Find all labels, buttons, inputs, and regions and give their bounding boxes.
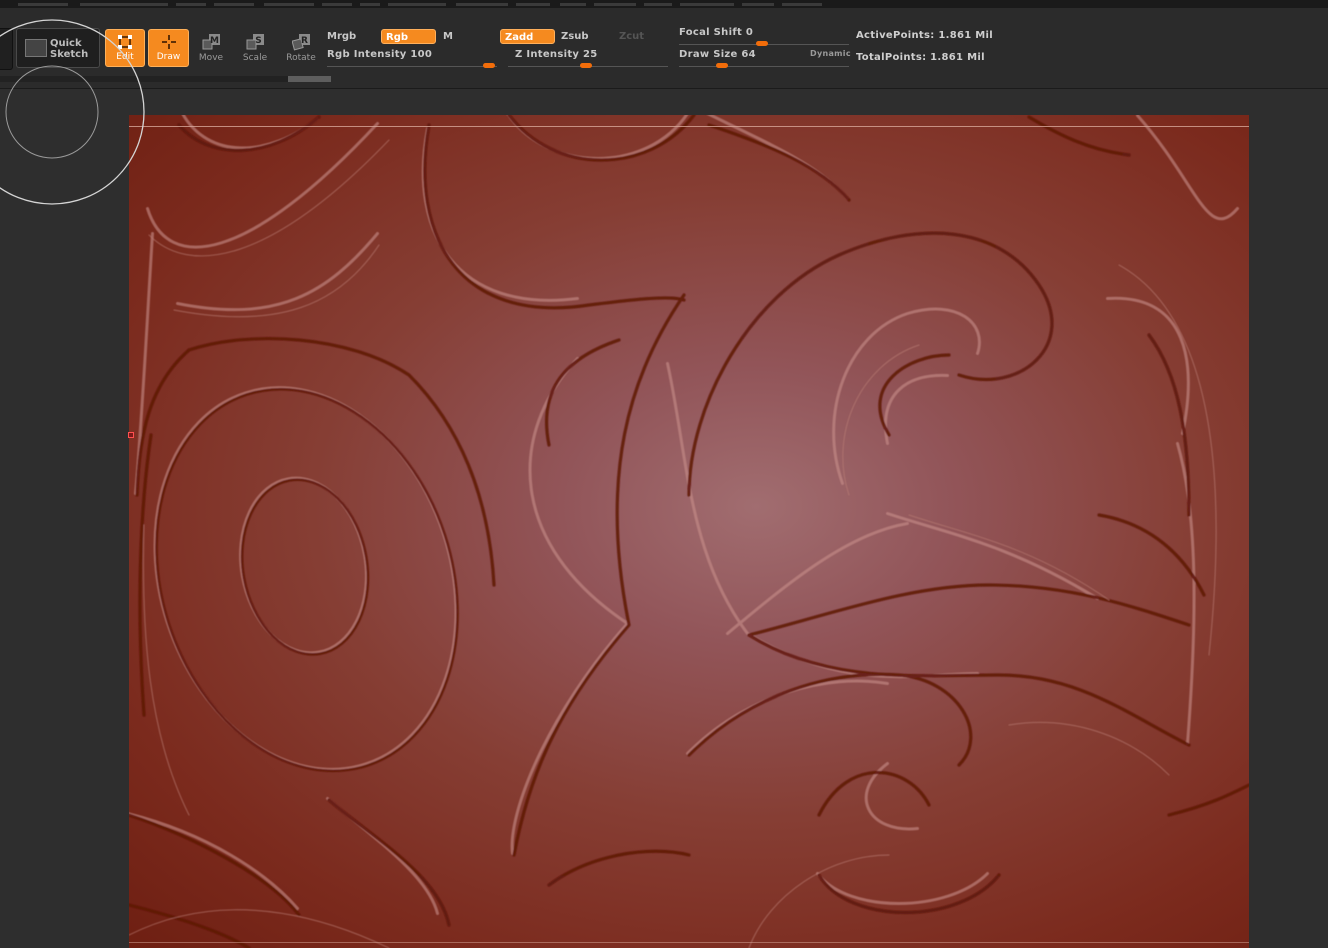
scale-icon: S — [246, 34, 264, 50]
focal-shift-knob[interactable] — [756, 41, 768, 46]
document-bottom-guide — [129, 942, 1249, 943]
move-icon: M — [202, 34, 220, 50]
move-label: Move — [198, 53, 224, 63]
active-points-readout: ActivePoints: 1.861 Mil — [856, 30, 993, 41]
mrgb-toggle[interactable]: Mrgb — [323, 29, 379, 44]
top-menu-strip — [0, 0, 1328, 8]
brush-cursor — [0, 19, 145, 205]
dynamic-toggle[interactable]: Dynamic — [810, 49, 851, 58]
draw-label: Draw — [156, 52, 181, 62]
rotate-icon: R — [292, 34, 310, 51]
canvas-edge-marker — [128, 432, 134, 438]
draw-size-knob[interactable] — [716, 63, 728, 68]
document-top-guide — [129, 126, 1249, 127]
scale-button[interactable]: S Scale — [236, 29, 274, 67]
rgb-toggle[interactable]: Rgb — [381, 29, 436, 44]
rotate-label: Rotate — [286, 53, 316, 63]
total-points-readout: TotalPoints: 1.861 Mil — [856, 52, 985, 63]
rgb-intensity-label: Rgb Intensity 100 — [327, 49, 433, 60]
svg-text:S: S — [255, 36, 261, 46]
z-intensity-label: Z Intensity 25 — [515, 49, 598, 60]
zcut-toggle[interactable]: Zcut — [615, 29, 665, 44]
m-toggle[interactable]: M — [439, 29, 494, 44]
rgb-intensity-knob[interactable] — [483, 63, 495, 68]
svg-text:R: R — [301, 36, 308, 46]
sculpt-relief — [129, 115, 1249, 948]
brush-outer-circle — [0, 19, 145, 205]
draw-button[interactable]: Draw — [148, 29, 189, 67]
svg-text:M: M — [210, 36, 219, 46]
move-button[interactable]: M Move — [192, 29, 230, 67]
brush-inner-circle — [5, 65, 99, 159]
zsub-toggle[interactable]: Zsub — [557, 29, 612, 44]
shelf-scroll-handle[interactable] — [288, 76, 331, 82]
rgb-intensity-track[interactable] — [327, 66, 497, 67]
scale-label: Scale — [242, 53, 268, 63]
focal-shift-label: Focal Shift 0 — [679, 27, 754, 38]
rotate-button[interactable]: R Rotate — [282, 29, 320, 67]
draw-size-label: Draw Size 64 — [679, 49, 756, 60]
z-intensity-knob[interactable] — [580, 63, 592, 68]
zadd-toggle[interactable]: Zadd — [500, 29, 555, 44]
document-canvas[interactable] — [129, 115, 1249, 948]
draw-icon — [161, 35, 176, 49]
draw-size-track[interactable] — [679, 66, 849, 67]
